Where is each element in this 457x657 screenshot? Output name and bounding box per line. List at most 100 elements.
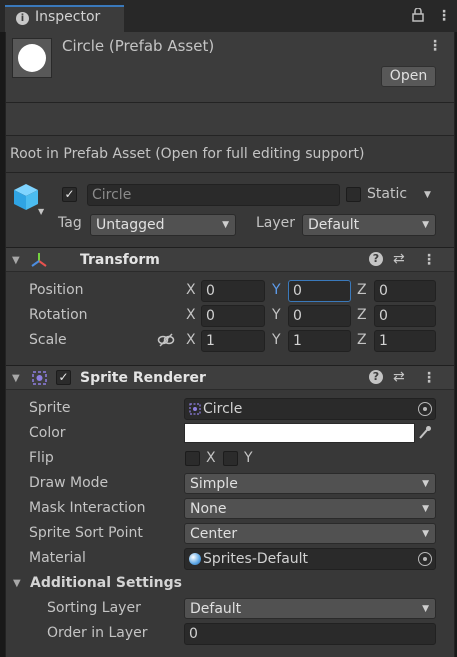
- foldout-icon[interactable]: ▼: [12, 373, 20, 384]
- component-menu-icon[interactable]: ⋮: [422, 370, 436, 386]
- axis-x-label[interactable]: X: [186, 307, 196, 323]
- mask-interaction-dropdown[interactable]: None ▼: [184, 498, 436, 519]
- tab-menu-icon[interactable]: ⋮: [437, 8, 451, 24]
- name-field[interactable]: Circle: [87, 184, 340, 206]
- flip-y-label: Y: [244, 450, 253, 466]
- mask-interaction-label: Mask Interaction: [29, 500, 146, 516]
- flip-x-label: X: [206, 450, 216, 466]
- asset-menu-icon[interactable]: ⋮: [428, 38, 442, 54]
- rotation-y-field[interactable]: 0: [288, 305, 351, 327]
- color-swatch[interactable]: [184, 423, 415, 443]
- static-dropdown-icon[interactable]: ▼: [424, 190, 431, 200]
- tag-label: Tag: [58, 215, 82, 231]
- material-field[interactable]: Sprites-Default: [184, 548, 436, 570]
- tag-value: Untagged: [96, 217, 165, 233]
- link-scale-icon[interactable]: [157, 333, 175, 351]
- axis-y-label[interactable]: Y: [272, 307, 281, 323]
- flip-label: Flip: [29, 450, 54, 466]
- tab-label: Inspector: [35, 9, 101, 25]
- sprite-sort-point-value: Center: [190, 526, 238, 542]
- position-y-field[interactable]: 0: [288, 280, 351, 302]
- divider: [6, 172, 454, 173]
- sprite-renderer-enabled-checkbox[interactable]: ✓: [56, 370, 71, 385]
- draw-mode-value: Simple: [190, 476, 238, 492]
- help-icon[interactable]: ?: [369, 252, 383, 266]
- scale-z-field[interactable]: 1: [374, 330, 436, 352]
- object-picker-icon[interactable]: [418, 402, 432, 416]
- eyedropper-icon[interactable]: [418, 424, 432, 444]
- sorting-layer-dropdown[interactable]: Default ▼: [184, 598, 436, 619]
- sprite-value: Circle: [203, 401, 243, 417]
- sorting-layer-value: Default: [190, 601, 242, 617]
- transform-axes-icon: [30, 252, 48, 272]
- order-in-layer-label: Order in Layer: [47, 625, 148, 641]
- layer-dropdown[interactable]: Default ▼: [302, 214, 436, 236]
- preset-icon[interactable]: ⇄: [393, 251, 405, 267]
- chevron-down-icon: ▼: [222, 220, 229, 230]
- component-menu-icon[interactable]: ⋮: [422, 252, 436, 268]
- position-x-field[interactable]: 0: [201, 280, 265, 302]
- scale-y-field[interactable]: 1: [288, 330, 351, 352]
- draw-mode-label: Draw Mode: [29, 475, 109, 491]
- chevron-down-icon: ▼: [422, 604, 429, 614]
- sprite-renderer-icon: [31, 370, 49, 390]
- scale-label: Scale: [29, 332, 67, 348]
- preset-icon[interactable]: ⇄: [393, 369, 405, 385]
- chevron-down-icon: ▼: [422, 220, 429, 230]
- foldout-icon[interactable]: ▼: [13, 578, 21, 589]
- circle-preview-icon: [18, 44, 46, 72]
- transform-header[interactable]: [6, 247, 454, 272]
- object-picker-icon[interactable]: [418, 552, 432, 566]
- rotation-x-field[interactable]: 0: [201, 305, 265, 327]
- layer-label: Layer: [256, 215, 296, 231]
- chevron-down-icon: ▼: [422, 504, 429, 514]
- additional-settings-label[interactable]: Additional Settings: [30, 575, 182, 591]
- layer-value: Default: [308, 217, 360, 233]
- axis-z-label[interactable]: Z: [357, 282, 367, 298]
- material-label: Material: [29, 550, 86, 566]
- axis-z-label[interactable]: Z: [357, 332, 367, 348]
- sprite-renderer-title: Sprite Renderer: [80, 370, 206, 386]
- divider: [6, 102, 454, 103]
- sprite-label: Sprite: [29, 400, 71, 416]
- position-label: Position: [29, 282, 84, 298]
- sprite-sort-point-label: Sprite Sort Point: [29, 525, 143, 541]
- chevron-down-icon: ▼: [422, 529, 429, 539]
- order-in-layer-field[interactable]: 0: [184, 623, 436, 645]
- draw-mode-dropdown[interactable]: Simple ▼: [184, 473, 436, 494]
- position-z-field[interactable]: 0: [374, 280, 436, 302]
- axis-z-label[interactable]: Z: [357, 307, 367, 323]
- sorting-layer-label: Sorting Layer: [47, 600, 141, 616]
- static-label: Static: [367, 186, 408, 202]
- rotation-z-field[interactable]: 0: [374, 305, 436, 327]
- axis-y-label[interactable]: Y: [272, 282, 281, 298]
- prefab-info-text: Root in Prefab Asset (Open for full edit…: [10, 146, 365, 162]
- help-icon[interactable]: ?: [369, 370, 383, 384]
- mask-interaction-value: None: [190, 501, 227, 517]
- flip-y-checkbox[interactable]: [223, 451, 238, 466]
- chevron-down-icon[interactable]: ▼: [38, 207, 44, 216]
- rotation-label: Rotation: [29, 307, 88, 323]
- material-asset-icon: [189, 553, 201, 565]
- static-checkbox[interactable]: [346, 187, 361, 202]
- lock-icon[interactable]: [412, 7, 424, 26]
- material-value: Sprites-Default: [203, 551, 309, 567]
- info-icon: i: [16, 12, 29, 25]
- axis-x-label[interactable]: X: [186, 332, 196, 348]
- sprite-renderer-header[interactable]: [6, 365, 454, 390]
- asset-title: Circle (Prefab Asset): [62, 37, 215, 55]
- transform-title: Transform: [80, 252, 160, 268]
- open-button[interactable]: Open: [381, 66, 436, 87]
- sprite-sort-point-dropdown[interactable]: Center ▼: [184, 523, 436, 544]
- foldout-icon[interactable]: ▼: [12, 255, 20, 266]
- color-label: Color: [29, 425, 66, 441]
- active-checkbox[interactable]: ✓: [62, 187, 77, 202]
- axis-y-label[interactable]: Y: [272, 332, 281, 348]
- axis-x-label[interactable]: X: [186, 282, 196, 298]
- sprite-field[interactable]: Circle: [184, 398, 436, 420]
- tag-dropdown[interactable]: Untagged ▼: [90, 214, 236, 236]
- scale-x-field[interactable]: 1: [201, 330, 265, 352]
- flip-x-checkbox[interactable]: [185, 451, 200, 466]
- chevron-down-icon: ▼: [422, 479, 429, 489]
- sprite-asset-icon: [189, 403, 201, 419]
